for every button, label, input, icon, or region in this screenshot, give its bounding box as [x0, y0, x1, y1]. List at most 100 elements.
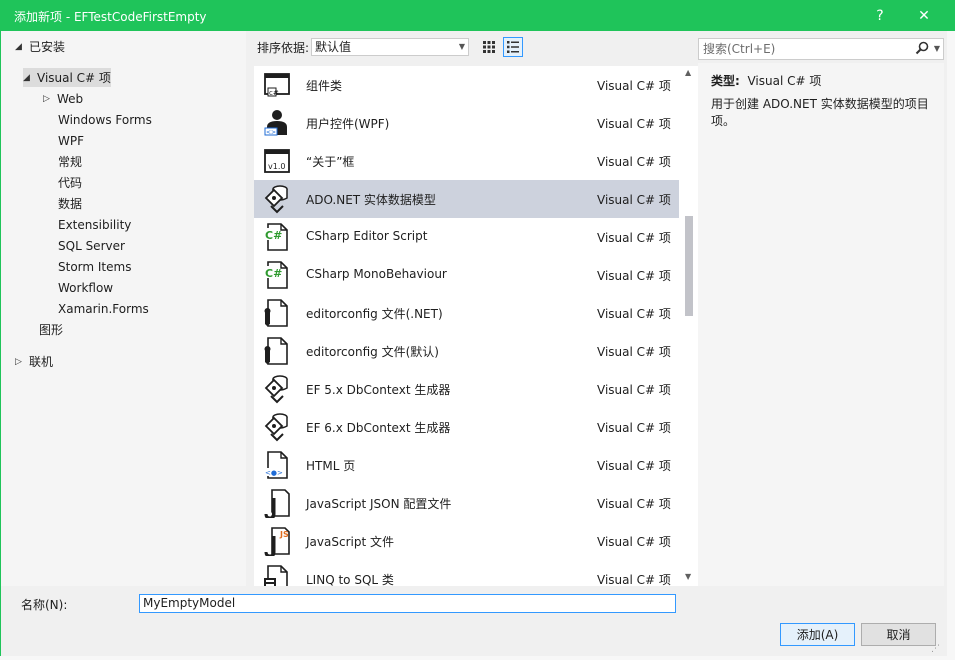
name-input[interactable]: MyEmptyModel — [139, 594, 676, 613]
dropdown-arrow-icon: ▼ — [458, 42, 465, 51]
item-name: JavaScript JSON 配置文件 — [306, 497, 452, 511]
details-pane: 类型: Visual C# 项 用于创建 ADO.NET 实体数据模型的项目项。 — [698, 63, 944, 586]
tree-node-child[interactable]: 代码 — [58, 173, 82, 192]
item-name: JavaScript 文件 — [306, 535, 394, 549]
cancel-button[interactable]: 取消 — [861, 623, 936, 646]
dropdown-arrow-icon[interactable]: ▼ — [934, 39, 940, 59]
html-page-icon: <●> — [265, 451, 288, 479]
dbcontext-generator-icon — [264, 375, 288, 404]
item-name: 组件类 — [306, 79, 343, 93]
item-name: HTML 页 — [306, 459, 356, 473]
collapsed-triangle-icon: ▷ — [43, 93, 50, 104]
item-type: Visual C# 项 — [597, 79, 671, 93]
tree-label: 常规 — [58, 155, 83, 169]
template-item[interactable]: C# CSharp Editor Script Visual C# 项 — [254, 218, 679, 256]
item-type: Visual C# 项 — [597, 117, 671, 131]
tree-node-child[interactable]: Workflow — [58, 278, 113, 297]
item-name: CSharp Editor Script — [306, 229, 428, 243]
close-button[interactable]: ✕ — [902, 0, 946, 31]
template-item[interactable]: JavaScript JSON 配置文件 Visual C# 项 — [254, 484, 679, 522]
sort-value: 默认值 — [315, 40, 352, 54]
template-item[interactable]: LINQ to SQL 类 Visual C# 项 — [254, 560, 679, 586]
add-button[interactable]: 添加(A) — [780, 623, 855, 646]
item-type: Visual C# 项 — [597, 155, 671, 169]
template-tree: ◢ 已安装 ◢ Visual C# 项 ▷ Web Windows Forms W… — [1, 31, 246, 586]
item-type: Visual C# 项 — [597, 231, 671, 245]
template-list: c# 组件类 Visual C# 项 <> 用户控件(WPF) Visual C# 项 v1… — [254, 66, 698, 586]
linq-sql-icon — [264, 565, 288, 586]
tree-node-child[interactable]: 常规 — [58, 152, 82, 171]
tree-node-visual-csharp[interactable]: ◢ Visual C# 项 — [23, 68, 111, 87]
template-item[interactable]: <> 用户控件(WPF) Visual C# 项 — [254, 104, 679, 142]
template-item[interactable]: v1.0 “关于”框 Visual C# 项 — [254, 142, 679, 180]
tree-label: 联机 — [29, 355, 54, 369]
grid-view-button[interactable] — [479, 37, 499, 57]
item-name: LINQ to SQL 类 — [306, 573, 394, 586]
item-type: Visual C# 项 — [597, 573, 671, 586]
list-view-button[interactable] — [503, 37, 523, 57]
tree-label: 代码 — [58, 176, 83, 190]
tree-label: SQL Server — [58, 238, 125, 253]
name-label: 名称(N): — [21, 598, 68, 612]
tree-node-child[interactable]: Windows Forms — [58, 110, 152, 129]
item-name: EF 5.x DbContext 生成器 — [306, 383, 451, 397]
scroll-thumb[interactable] — [685, 216, 693, 316]
tree-label: 已安装 — [29, 40, 66, 54]
component-class-icon: c# — [264, 73, 290, 97]
item-name: editorconfig 文件(默认) — [306, 345, 439, 359]
item-type: Visual C# 项 — [597, 421, 671, 435]
sort-label: 排序依据: — [257, 41, 310, 55]
template-item[interactable]: EF 6.x DbContext 生成器 Visual C# 项 — [254, 408, 679, 446]
svg-text:c#: c# — [269, 89, 279, 97]
tree-node-child[interactable]: Storm Items — [58, 257, 131, 276]
svg-text:JS: JS — [279, 530, 289, 539]
javascript-file-icon: JS — [264, 527, 290, 556]
type-value: Visual C# 项 — [747, 74, 822, 88]
template-item[interactable]: editorconfig 文件(.NET) Visual C# 项 — [254, 294, 679, 332]
tree-label: Windows Forms — [58, 112, 152, 127]
csharp-file-icon: C# — [265, 223, 288, 251]
tree-label: Workflow — [58, 280, 114, 295]
template-item[interactable]: ADO.NET 实体数据模型 Visual C# 项 — [254, 180, 679, 218]
scroll-down-icon[interactable]: ▼ — [685, 572, 691, 581]
tree-node-online[interactable]: ▷ 联机 — [15, 352, 53, 371]
details-description: 用于创建 ADO.NET 实体数据模型的项目项。 — [711, 97, 929, 128]
tree-node-web[interactable]: ▷ Web — [43, 89, 83, 108]
svg-text:C#: C# — [265, 229, 282, 242]
item-type: Visual C# 项 — [597, 535, 671, 549]
sort-dropdown[interactable]: 默认值 ▼ — [311, 38, 469, 56]
scroll-up-icon[interactable]: ▲ — [685, 68, 691, 77]
tree-node-child[interactable]: Extensibility — [58, 215, 131, 234]
about-box-icon: v1.0 — [264, 149, 290, 173]
tree-node-child[interactable]: 数据 — [58, 194, 82, 213]
list-scrollbar[interactable]: ▲ ▼ — [681, 66, 697, 586]
template-item[interactable]: JS JavaScript 文件 Visual C# 项 — [254, 522, 679, 560]
template-item[interactable]: <●> HTML 页 Visual C# 项 — [254, 446, 679, 484]
item-type: Visual C# 项 — [597, 307, 671, 321]
tree-node-child[interactable]: Xamarin.Forms — [58, 299, 149, 318]
config-file-icon — [264, 299, 288, 327]
background-edge — [0, 656, 955, 660]
resize-grip-icon[interactable]: ⋰ — [931, 644, 940, 654]
background-edge — [947, 31, 955, 660]
help-button[interactable]: ? — [858, 0, 902, 31]
item-name: CSharp MonoBehaviour — [306, 267, 447, 281]
item-name: EF 6.x DbContext 生成器 — [306, 421, 451, 435]
csharp-file-icon: C# — [265, 261, 288, 289]
entity-model-icon — [264, 185, 288, 214]
item-type: Visual C# 项 — [597, 193, 671, 207]
tree-node-child[interactable]: SQL Server — [58, 236, 125, 255]
template-item[interactable]: editorconfig 文件(默认) Visual C# 项 — [254, 332, 679, 370]
template-item[interactable]: EF 5.x DbContext 生成器 Visual C# 项 — [254, 370, 679, 408]
template-item[interactable]: C# CSharp MonoBehaviour Visual C# 项 — [254, 256, 679, 294]
tree-node-installed[interactable]: ◢ 已安装 — [15, 37, 65, 56]
grid-view-icon — [483, 41, 495, 53]
tree-node-graphics[interactable]: 图形 — [39, 320, 63, 339]
tree-node-child[interactable]: WPF — [58, 131, 84, 150]
details-type: 类型: Visual C# 项 — [711, 72, 821, 89]
search-input[interactable]: 搜索(Ctrl+E) ▼ — [698, 38, 944, 60]
template-item[interactable]: c# 组件类 Visual C# 项 — [254, 66, 679, 104]
dialog-body: ◢ 已安装 ◢ Visual C# 项 ▷ Web Windows Forms W… — [0, 31, 948, 657]
list-view-icon — [507, 41, 519, 53]
item-type: Visual C# 项 — [597, 497, 671, 511]
